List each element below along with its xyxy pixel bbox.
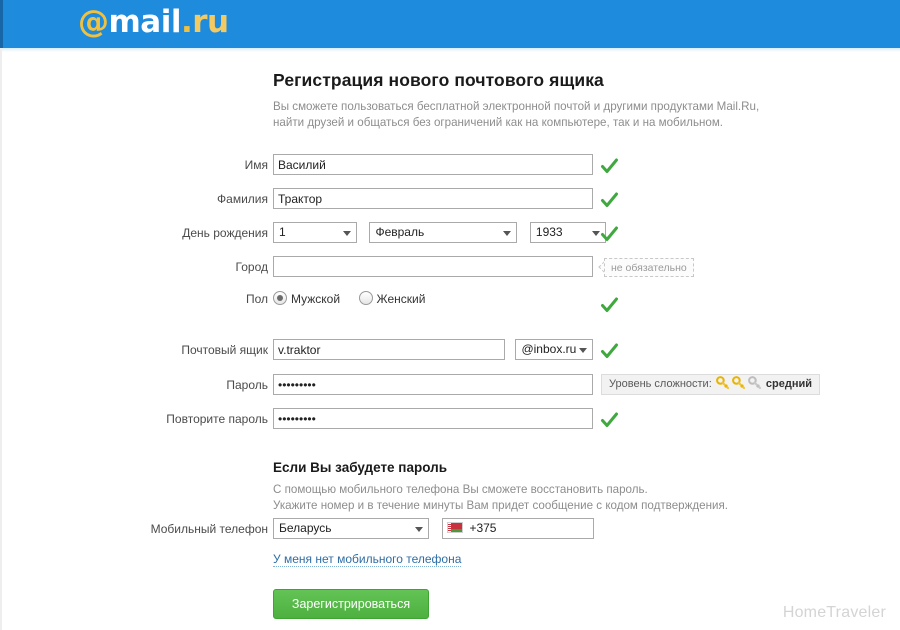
gender-field-wrap: Мужской Женский	[273, 288, 439, 308]
phone-country-select[interactable]: Беларусь	[273, 518, 429, 539]
password-strength-indicator: Уровень сложности: средний	[601, 374, 820, 395]
birthday-month-select[interactable]: Февраль	[369, 222, 518, 243]
birthday-year-select[interactable]: 1933	[529, 222, 606, 243]
recovery-title: Если Вы забудете пароль	[273, 460, 448, 475]
row-gender: Пол Мужской Женский	[0, 288, 900, 314]
phone-dial-code: +375	[469, 521, 497, 535]
phone-number-input[interactable]: +375	[442, 518, 595, 539]
row-mobile-phone: Мобильный телефон Беларусь +375	[0, 518, 900, 544]
no-mobile-phone-link[interactable]: У меня нет мобильного телефона	[273, 552, 462, 567]
row-first-name: Имя	[0, 154, 900, 180]
birthday-year-value: 1933	[535, 225, 563, 239]
chevron-down-icon	[591, 230, 600, 236]
page-subtitle: Вы сможете пользоваться бесплатной элект…	[273, 99, 833, 131]
first-name-input[interactable]	[273, 154, 593, 175]
row-password: Пароль Уровень сложности:	[0, 374, 900, 400]
mobile-phone-field-wrap: Беларусь +375	[273, 518, 595, 539]
key-filled-icon-2	[731, 376, 746, 397]
gender-label: Пол	[245, 292, 268, 306]
recovery-description: С помощью мобильного телефона Вы сможете…	[273, 482, 833, 514]
mailbox-valid-check-icon	[600, 342, 619, 361]
first-name-valid-check-icon	[600, 157, 619, 176]
password-strength-label: Уровень сложности:	[609, 378, 712, 390]
submit-registration-button[interactable]: Зарегистрироваться	[273, 589, 429, 619]
recovery-line2: Укажите номер и в течение минуты Вам при…	[273, 499, 728, 512]
password-repeat-label: Повторите пароль	[166, 412, 268, 426]
last-name-input[interactable]	[273, 188, 593, 209]
password-repeat-field-wrap	[273, 408, 593, 429]
city-label: Город	[235, 260, 268, 274]
page-subtitle-line2: найти друзей и общаться без ограничений …	[273, 116, 724, 129]
city-optional-hint: не обязательно	[604, 258, 694, 277]
chevron-down-icon	[579, 347, 588, 353]
mailbox-label: Почтовый ящик	[181, 343, 268, 357]
last-name-label: Фамилия	[217, 192, 268, 206]
site-header: @mail.ru	[0, 0, 900, 48]
birthday-month-value: Февраль	[375, 225, 425, 239]
mailru-logo[interactable]: @mail.ru	[78, 4, 229, 40]
key-filled-icon-1	[715, 376, 730, 397]
last-name-valid-check-icon	[600, 191, 619, 210]
gender-male-label: Мужской	[291, 292, 341, 306]
mailbox-domain-value: @inbox.ru	[521, 342, 577, 356]
flag-ornament	[448, 523, 452, 532]
row-birthday: День рождения 1 Февраль 1933	[0, 222, 900, 248]
city-input[interactable]	[273, 256, 593, 277]
birthday-day-value: 1	[279, 225, 286, 239]
chevron-down-icon	[343, 230, 351, 236]
birthday-field-wrap: 1 Февраль 1933	[273, 222, 606, 243]
watermark: HomeTraveler	[782, 604, 886, 621]
chevron-down-icon	[415, 526, 423, 532]
gender-male-option[interactable]: Мужской	[273, 288, 354, 308]
radio-male-icon[interactable]	[273, 291, 287, 305]
row-password-repeat: Повторите пароль	[0, 408, 900, 434]
gender-female-label: Женский	[376, 292, 426, 306]
row-last-name: Фамилия	[0, 188, 900, 214]
registration-page: Регистрация нового почтового ящика Вы см…	[0, 48, 900, 630]
last-name-field-wrap	[273, 188, 593, 209]
gender-valid-check-icon	[600, 296, 619, 315]
recovery-line1: С помощью мобильного телефона Вы сможете…	[273, 483, 648, 496]
mailbox-input[interactable]	[273, 339, 505, 360]
chevron-down-icon	[503, 230, 512, 236]
phone-country-value: Беларусь	[279, 521, 332, 535]
birthday-day-select[interactable]: 1	[273, 222, 357, 243]
mailbox-field-wrap: @inbox.ru	[273, 339, 594, 360]
first-name-label: Имя	[244, 158, 268, 172]
password-repeat-input[interactable]	[273, 408, 593, 429]
belarus-flag-icon	[447, 522, 464, 533]
password-input[interactable]	[273, 374, 593, 395]
password-strength-value: средний	[765, 378, 812, 390]
mobile-phone-label: Мобильный телефон	[150, 522, 268, 536]
city-field-wrap	[273, 256, 593, 277]
logo-mail-text: mail	[108, 4, 182, 40]
gender-female-option[interactable]: Женский	[358, 288, 440, 308]
row-city: Город не обязательно	[0, 256, 900, 282]
row-mailbox: Почтовый ящик @inbox.ru	[0, 339, 900, 365]
first-name-field-wrap	[273, 154, 593, 175]
radio-female-icon[interactable]	[358, 291, 373, 305]
logo-at-symbol: @	[78, 4, 109, 40]
birthday-valid-check-icon	[600, 225, 619, 244]
password-repeat-valid-check-icon	[600, 411, 619, 430]
logo-dot: .	[180, 4, 193, 40]
password-field-wrap	[273, 374, 593, 395]
mailbox-domain-select[interactable]: @inbox.ru	[515, 339, 594, 360]
birthday-label: День рождения	[182, 226, 268, 240]
page-subtitle-line1: Вы сможете пользоваться бесплатной элект…	[273, 100, 760, 113]
password-label: Пароль	[226, 378, 268, 392]
logo-ru-text: ru	[192, 4, 229, 40]
key-empty-icon-3	[747, 376, 762, 397]
page-title: Регистрация нового почтового ящика	[273, 70, 604, 90]
